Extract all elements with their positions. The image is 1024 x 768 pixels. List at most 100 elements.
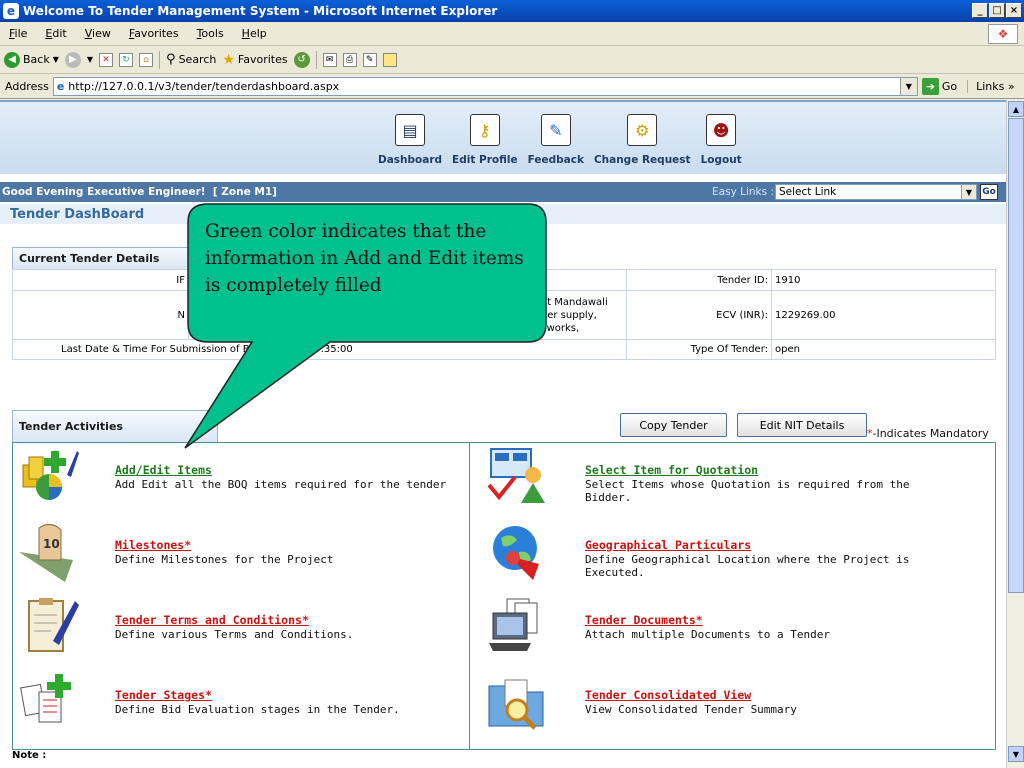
edit-page-icon[interactable]: ✎ — [362, 52, 377, 67]
back-button[interactable]: ◀ Back ▼ — [4, 51, 59, 68]
key-icon: ⚷ — [469, 114, 500, 146]
activity-title[interactable]: Add/Edit Items — [115, 463, 212, 477]
greeting-bar: Good Evening Executive Engineer! [ Zone … — [0, 182, 1006, 202]
mandatory-text: -Indicates Mandatory — [872, 427, 989, 440]
easy-links-go-button[interactable]: Go — [980, 184, 998, 200]
menu-edit[interactable]: Edit — [36, 27, 75, 40]
menu-favorites[interactable]: Favorites — [120, 27, 188, 40]
activity-add-edit-items: Add/Edit Items Add Edit all the BOQ item… — [17, 447, 457, 507]
activities-heading: Tender Activities — [12, 410, 218, 442]
activity-desc: Select Items whose Quotation is required… — [585, 478, 910, 504]
forward-button[interactable]: ▶ — [64, 51, 81, 68]
scroll-up-button[interactable]: ▲ — [1008, 101, 1024, 117]
back-arrow-icon: ◀ — [4, 51, 20, 68]
nav-label: Edit Profile — [452, 154, 518, 166]
close-button[interactable]: × — [1006, 3, 1022, 18]
maximize-button[interactable]: □ — [989, 3, 1005, 18]
minimize-button[interactable]: _ — [972, 3, 988, 18]
activity-desc: Define Milestones for the Project — [115, 553, 334, 566]
folder-icon[interactable] — [382, 52, 397, 67]
note-label: Note : — [12, 750, 47, 761]
star-icon: ★ — [222, 51, 235, 68]
nav-edit-profile[interactable]: ⚷ Edit Profile — [452, 114, 518, 166]
vertical-scrollbar[interactable]: ▲ ▼ — [1006, 100, 1024, 768]
quotation-icon — [487, 448, 545, 503]
nav-label: Logout — [700, 154, 742, 166]
menu-view[interactable]: View — [76, 27, 120, 40]
easy-links-selected: Select Link — [779, 186, 837, 198]
favorites-button[interactable]: ★ Favorites — [222, 52, 287, 68]
activity-desc: Add Edit all the BOQ items required for … — [115, 478, 447, 491]
column-divider — [469, 443, 470, 749]
nav-logout[interactable]: ☻ Logout — [701, 114, 742, 166]
windows-logo-icon: ❖ — [988, 24, 1018, 44]
menu-help[interactable]: Help — [233, 27, 276, 40]
history-icon[interactable]: ↺ — [293, 51, 310, 68]
activity-tender-stages: Tender Stages* Define Bid Evaluation sta… — [17, 672, 457, 732]
activity-title[interactable]: Milestones* — [115, 538, 191, 552]
activity-select-item-quotation: Select Item for Quotation Select Items w… — [487, 447, 927, 507]
chevron-down-icon: ▼ — [961, 185, 976, 199]
activity-title[interactable]: Tender Documents* — [585, 613, 703, 627]
activity-title[interactable]: Select Item for Quotation — [585, 463, 758, 477]
menu-file[interactable]: File — [0, 27, 36, 40]
activity-terms-conditions: Tender Terms and Conditions* Define vari… — [17, 597, 457, 657]
mail-icon[interactable]: ✉ — [322, 52, 337, 67]
nav-change-request[interactable]: ⚙ Change Request — [594, 114, 691, 166]
greeting-text: Good Evening Executive Engineer! [ Zone … — [2, 186, 277, 198]
globe-icon — [493, 526, 539, 580]
activity-geographical-particulars: Geographical Particulars Define Geograph… — [487, 522, 927, 582]
search-button[interactable]: ⚲ Search — [166, 52, 216, 67]
chevron-down-icon: ▼ — [86, 55, 94, 64]
type-label: Type Of Tender: — [626, 339, 772, 360]
activity-tender-documents: Tender Documents* Attach multiple Docume… — [487, 597, 927, 657]
submission-value: :35:00 — [320, 344, 353, 355]
activity-title[interactable]: Tender Stages* — [115, 688, 212, 702]
submission-label: Last Date & Time For Submission of B — [61, 344, 250, 355]
edit-nit-details-button[interactable]: Edit NIT Details — [737, 413, 867, 437]
nav-dashboard[interactable]: ▤ Dashboard — [378, 114, 442, 166]
copy-tender-button[interactable]: Copy Tender — [620, 413, 727, 437]
clipboard-icon — [28, 598, 79, 652]
nav-feedback[interactable]: ✎ Feedback — [528, 114, 584, 166]
internet-explorer-icon: e — [3, 3, 19, 19]
page-icon: e — [56, 79, 65, 93]
address-input[interactable]: e http://127.0.0.1/v3/tender/tenderdashb… — [52, 76, 918, 96]
favorites-label: Favorites — [237, 53, 288, 66]
toolbar-separator — [315, 50, 317, 69]
stop-icon[interactable]: ✕ — [99, 52, 114, 67]
address-url: http://127.0.0.1/v3/tender/tenderdashboa… — [68, 79, 340, 93]
links-button[interactable]: Links » — [967, 79, 1015, 93]
address-bar: Address e http://127.0.0.1/v3/tender/ten… — [0, 74, 1024, 99]
links-label: Links — [976, 79, 1005, 93]
activity-title[interactable]: Tender Terms and Conditions* — [115, 613, 309, 627]
ecv-label: ECV (INR): — [626, 290, 772, 340]
submission-row: Last Date & Time For Submission of B :35… — [12, 339, 627, 360]
home-icon[interactable]: ⌂ — [139, 52, 154, 67]
svg-text:10: 10 — [43, 537, 60, 551]
mandatory-note: *-Indicates Mandatory — [867, 427, 989, 440]
refresh-icon[interactable]: ↻ — [119, 52, 134, 67]
browser-toolbar: ◀ Back ▼ ▶ ▼ ✕ ↻ ⌂ ⚲ Search ★ Favorites … — [0, 46, 1024, 74]
window-title-bar: e Welcome To Tender Management System - … — [0, 0, 1024, 22]
ecv-value: 1229269.00 — [771, 290, 996, 340]
back-label: Back — [23, 53, 50, 66]
type-value: open — [771, 339, 996, 360]
add-items-icon — [22, 451, 79, 500]
activity-desc: Attach multiple Documents to a Tender — [585, 628, 831, 641]
scroll-thumb[interactable] — [1008, 118, 1024, 593]
menu-tools[interactable]: Tools — [188, 27, 233, 40]
change-request-icon: ⚙ — [627, 114, 658, 146]
activity-title[interactable]: Tender Consolidated View — [585, 688, 751, 702]
main-nav: ▤ Dashboard ⚷ Edit Profile ✎ Feedback ⚙ … — [378, 114, 742, 166]
activity-desc: Define Geographical Location where the P… — [585, 553, 910, 579]
chevron-down-icon[interactable]: ▼ — [899, 77, 917, 95]
feedback-icon: ✎ — [540, 114, 571, 146]
nav-label: Feedback — [527, 154, 584, 166]
easy-links-select[interactable]: Select Link ▼ — [775, 184, 977, 200]
scroll-down-button[interactable]: ▼ — [1008, 746, 1024, 762]
print-icon[interactable]: ⎙ — [342, 52, 357, 67]
go-button[interactable]: ➔ Go — [921, 77, 957, 95]
activity-title[interactable]: Geographical Particulars — [585, 538, 751, 552]
callout-text: Green color indicates that the informati… — [205, 221, 524, 296]
